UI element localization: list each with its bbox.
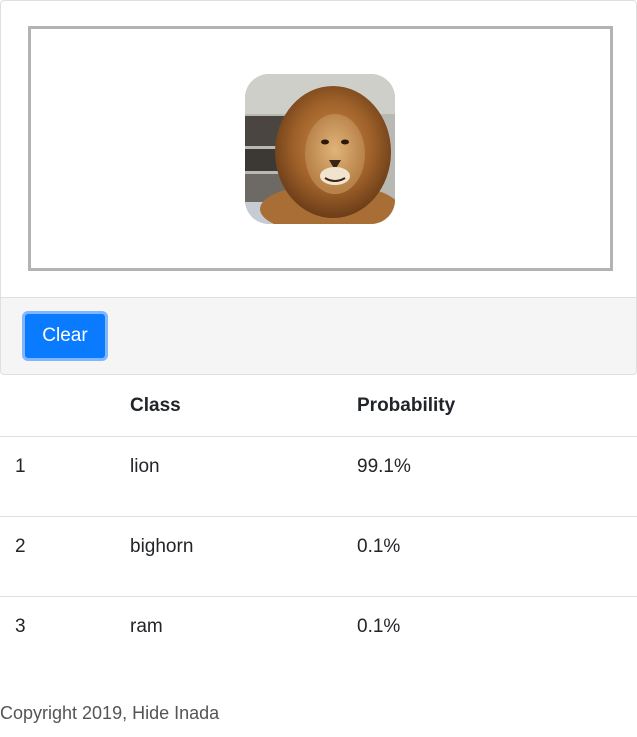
prediction-results-table: Class Probability 1 lion 99.1% 2 bighorn… (0, 376, 637, 677)
class-cell: lion (130, 436, 357, 517)
table-header-row: Class Probability (0, 376, 637, 437)
class-cell: bighorn (130, 516, 357, 597)
clear-button[interactable]: Clear (22, 311, 108, 361)
table-row: 1 lion 99.1% (0, 436, 637, 517)
probability-cell: 0.1% (357, 616, 401, 637)
header-class: Class (130, 376, 357, 437)
table-row: 2 bighorn 0.1% (0, 516, 637, 597)
upload-card: Clear (0, 0, 637, 375)
probability-cell: 99.1% (357, 436, 637, 517)
copyright-footer: Copyright 2019, Hide Inada (0, 703, 220, 723)
header-rank (0, 376, 130, 437)
lion-photo (245, 74, 395, 224)
rank-cell: 1 (0, 436, 130, 517)
upload-card-footer: Clear (1, 298, 636, 374)
probability-cell: 0.1% (357, 516, 637, 597)
table-row: 3 ram 0.1% (0, 597, 637, 677)
rank-cell: 2 (0, 516, 130, 597)
upload-card-body (1, 1, 636, 298)
header-probability: Probability (357, 376, 637, 437)
image-dropzone[interactable] (28, 26, 613, 271)
uploaded-image-thumbnail (245, 74, 395, 224)
class-cell: ram (130, 616, 163, 637)
rank-cell: 3 (15, 616, 26, 637)
